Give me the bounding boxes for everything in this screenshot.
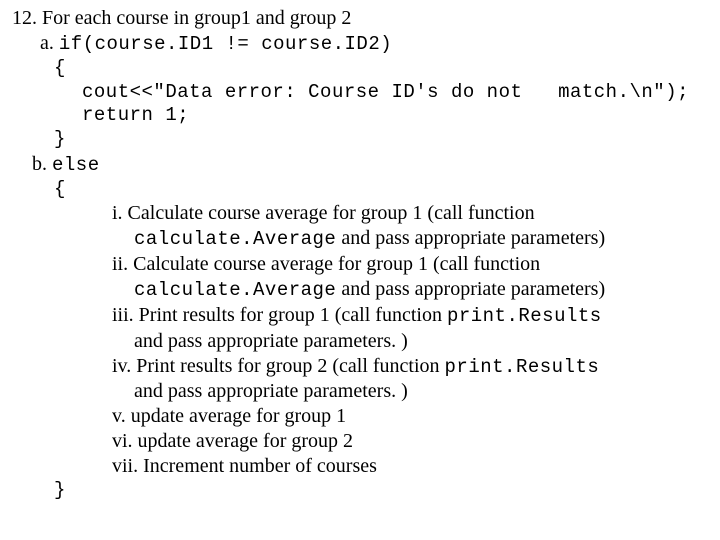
print-results-code-2: print.Results [445, 356, 600, 378]
item-v: v. update average for group 1 [112, 404, 712, 429]
else-keyword: else [52, 154, 100, 176]
cout-line: cout<<"Data error: Course ID's do not ma… [82, 81, 712, 105]
item-ii-line1: ii. Calculate course average for group 1… [112, 252, 712, 277]
return-line: return 1; [82, 104, 712, 128]
if-condition: if(course.ID1 != course.ID2) [59, 33, 392, 55]
item-iii-line1: iii. Print results for group 1 (call fun… [112, 303, 712, 329]
item-iv-line2: and pass appropriate parameters. ) [134, 379, 712, 404]
brace-close-a: } [54, 128, 712, 152]
label-a: a. [40, 32, 59, 54]
brace-close-b: } [54, 479, 712, 503]
item-iv-text: iv. Print results for group 2 (call func… [112, 355, 445, 377]
step-a: a. if(course.ID1 != course.ID2) [40, 31, 712, 57]
label-b: b. [32, 153, 52, 175]
item-i-line1: i. Calculate course average for group 1 … [112, 201, 712, 226]
item-vi: vi. update average for group 2 [112, 429, 712, 454]
step-12-header: 12. For each course in group1 and group … [12, 6, 712, 31]
calc-avg-code: calculate.Average [134, 228, 336, 250]
item-ii-line2: calculate.Average and pass appropriate p… [134, 277, 712, 303]
item-iii-text: iii. Print results for group 1 (call fun… [112, 304, 447, 326]
item-i-tail: and pass appropriate parameters) [336, 227, 605, 249]
pseudocode-block: 12. For each course in group1 and group … [0, 0, 720, 503]
item-iv-line1: iv. Print results for group 2 (call func… [112, 354, 712, 380]
item-i-line2: calculate.Average and pass appropriate p… [134, 226, 712, 252]
brace-open-a: { [54, 57, 712, 81]
item-vii: vii. Increment number of courses [112, 454, 712, 479]
item-iii-line2: and pass appropriate parameters. ) [134, 329, 712, 354]
step-b: b. else [32, 152, 712, 178]
print-results-code: print.Results [447, 305, 602, 327]
brace-open-b: { [54, 178, 712, 202]
calc-avg-code-2: calculate.Average [134, 279, 336, 301]
item-ii-tail: and pass appropriate parameters) [336, 278, 605, 300]
